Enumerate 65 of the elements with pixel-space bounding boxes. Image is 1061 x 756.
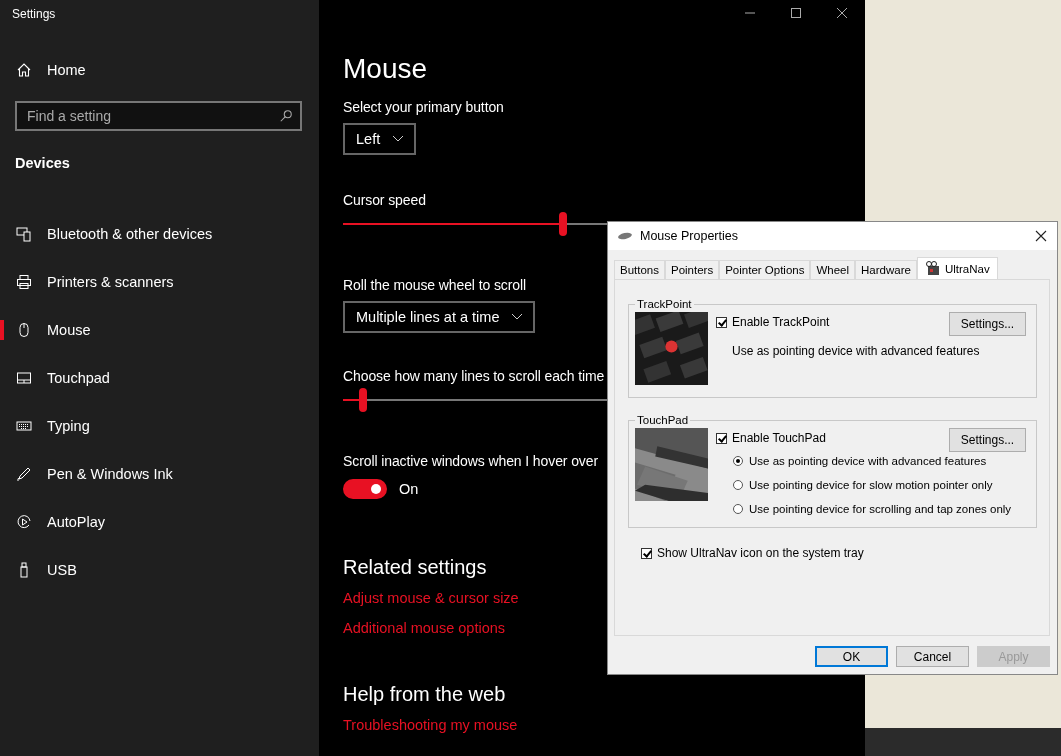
settings-link[interactable]: Adjust mouse & cursor size [343, 590, 519, 606]
autoplay-icon [16, 514, 32, 530]
nav-item[interactable]: Bluetooth & other devices [0, 210, 319, 258]
search-icon [279, 109, 293, 123]
toggle-switch[interactable] [343, 479, 387, 499]
slider-thumb[interactable] [559, 212, 567, 236]
enable-checkbox[interactable]: Enable TrackPoint [716, 315, 830, 329]
nav-item[interactable]: Typing [0, 402, 319, 450]
nav-item[interactable]: Touchpad [0, 354, 319, 402]
home-icon [16, 62, 32, 78]
devices-icon [16, 226, 32, 242]
scroll-mode-dropdown[interactable]: Multiple lines at a time [343, 301, 536, 333]
primary-button-dropdown[interactable]: Left [343, 123, 417, 155]
radio-option[interactable]: Use as pointing device with advanced features [733, 455, 987, 467]
section-heading: Related settings [343, 556, 487, 579]
tray-checkbox[interactable]: Show UltraNav icon on the system tray [641, 546, 864, 560]
nav-item[interactable]: AutoPlay [0, 498, 319, 546]
section-heading: Devices [14, 155, 71, 173]
close-icon[interactable] [1035, 230, 1047, 242]
dialog-button[interactable]: Cancel [896, 646, 969, 667]
setting-label: Choose how many lines to scroll each time [343, 368, 605, 384]
settings-button[interactable]: Settings... [949, 428, 1026, 452]
window-title: Settings [11, 6, 57, 23]
settings-button[interactable]: Settings... [949, 312, 1026, 336]
search-field[interactable]: Find a setting [15, 101, 302, 131]
setting-label: Cursor speed [343, 192, 426, 208]
nav-item[interactable]: USB [0, 546, 319, 594]
dialog-button[interactable]: OK [815, 646, 888, 667]
group-title: TrackPoint [636, 298, 693, 310]
printer-icon [16, 274, 32, 290]
description-text: Use as pointing device with advanced features [732, 344, 981, 358]
nav-item[interactable]: Mouse [0, 306, 319, 354]
enable-checkbox[interactable]: Enable TouchPad [716, 431, 826, 445]
keyboard-icon [16, 418, 32, 434]
tab[interactable]: UltraNav [916, 257, 998, 279]
chevron-icon [511, 313, 524, 321]
tab[interactable]: Wheel [810, 260, 856, 279]
help-link[interactable]: Troubleshooting my mouse [343, 717, 518, 733]
tab[interactable]: Buttons [614, 260, 665, 279]
mouse-icon [617, 232, 633, 240]
settings-link[interactable]: Additional mouse options [343, 620, 506, 636]
tab[interactable]: Pointer Options [719, 260, 811, 279]
slider-thumb[interactable] [359, 388, 367, 412]
setting-label: Roll the mouse wheel to scroll [343, 277, 526, 293]
section-heading: Help from the web [343, 683, 506, 706]
page-title: Mouse [343, 53, 428, 86]
chevron-icon [392, 135, 405, 143]
toggle-state: On [399, 481, 419, 497]
setting-label: Scroll inactive windows when I hover over [343, 453, 599, 469]
nav-item[interactable]: Pen & Windows Ink [0, 450, 319, 498]
close-icon[interactable] [836, 7, 848, 19]
mouse-icon [16, 322, 32, 338]
tab[interactable]: Hardware [855, 260, 917, 279]
radio-option[interactable]: Use pointing device for scrolling and tap zones only [733, 503, 1012, 515]
pen-icon [16, 466, 32, 482]
device-icon [924, 260, 941, 277]
touchpad-icon [16, 370, 32, 386]
nav-item[interactable]: Printers & scanners [0, 258, 319, 306]
maximize-icon[interactable] [790, 7, 802, 19]
home-link[interactable]: Home [0, 52, 319, 88]
group-title: TouchPad [636, 414, 690, 426]
setting-label: Select your primary button [343, 99, 504, 115]
tab[interactable]: Pointers [665, 260, 720, 279]
dialog-title: Mouse Properties [640, 229, 739, 243]
radio-option[interactable]: Use pointing device for slow motion pointer only [733, 479, 993, 491]
